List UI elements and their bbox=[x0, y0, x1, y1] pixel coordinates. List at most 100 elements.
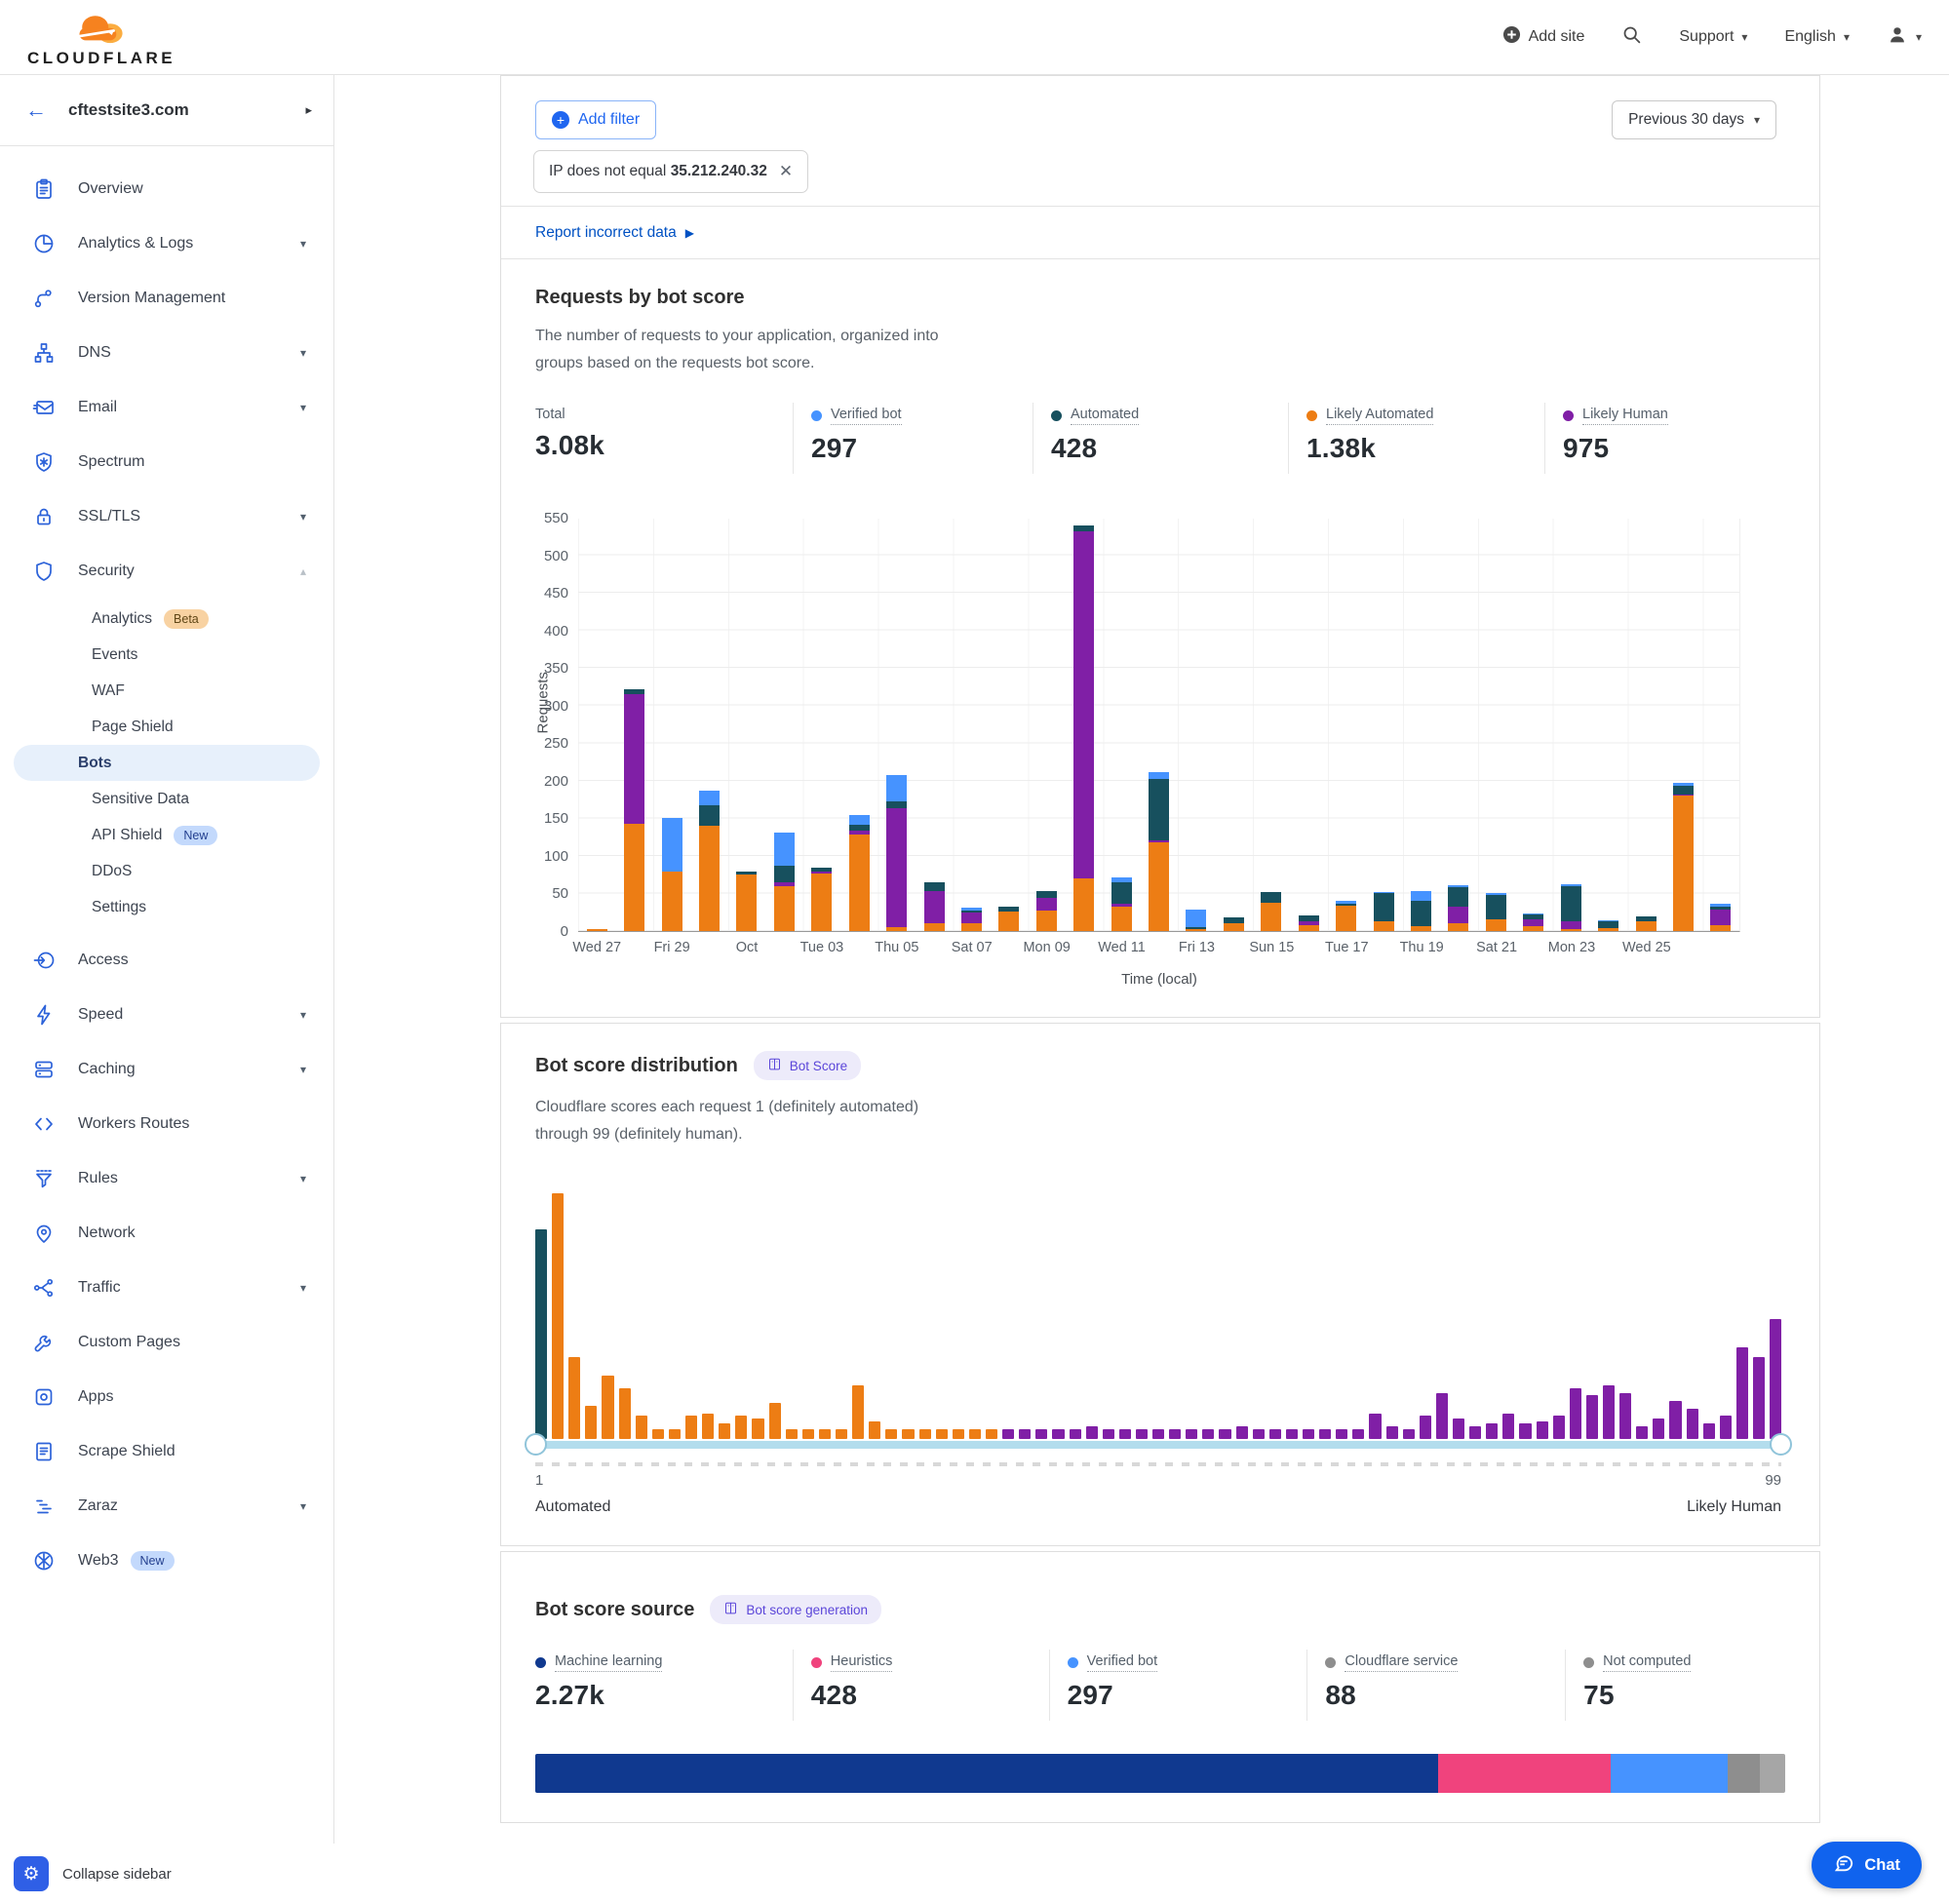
sidebar-item-version-management[interactable]: Version Management bbox=[0, 271, 333, 326]
sidebar-item-speed[interactable]: Speed▾ bbox=[0, 988, 333, 1042]
sidebar-item-caching[interactable]: Caching▾ bbox=[0, 1042, 333, 1097]
sidebar-item-security[interactable]: Security▴ bbox=[0, 544, 333, 599]
spectrum-icon bbox=[31, 449, 57, 475]
requests-bar-24 bbox=[1486, 893, 1506, 931]
sidebar-subitem-bots[interactable]: Bots bbox=[14, 745, 320, 781]
collapse-sidebar-button[interactable]: Collapse sidebar bbox=[62, 1866, 172, 1883]
search-button[interactable] bbox=[1621, 24, 1642, 50]
histogram-bar-68 bbox=[1669, 1401, 1681, 1439]
sidebar-subitem-api-shield[interactable]: API ShieldNew bbox=[14, 817, 320, 853]
slider-handle-max[interactable] bbox=[1770, 1433, 1792, 1456]
requests-bar-9 bbox=[924, 882, 945, 931]
sidebar-item-zaraz[interactable]: Zaraz▾ bbox=[0, 1479, 333, 1534]
requests-bar-4 bbox=[736, 872, 757, 931]
back-arrow-icon[interactable]: ← bbox=[25, 97, 47, 123]
bot-score-generation-doc-badge[interactable]: Bot score generation bbox=[710, 1595, 881, 1624]
sidebar-subitem-sensitive-data[interactable]: Sensitive Data bbox=[14, 781, 320, 817]
chat-button[interactable]: Chat bbox=[1812, 1842, 1922, 1888]
requests-bar-10 bbox=[961, 908, 982, 931]
x-tick-label: Fri 13 bbox=[1158, 940, 1234, 955]
chevron-right-icon[interactable]: ▸ bbox=[305, 102, 312, 118]
stat-likely-human: Likely Human975 bbox=[1544, 403, 1785, 474]
sidebar-item-overview[interactable]: Overview bbox=[0, 162, 333, 216]
sidebar-item-network[interactable]: Network bbox=[0, 1206, 333, 1261]
access-icon bbox=[31, 948, 57, 973]
histogram-bar-14 bbox=[769, 1403, 781, 1439]
filter-chip[interactable]: IP does not equal 35.212.240.32 ✕ bbox=[533, 150, 808, 193]
histogram-bar-71 bbox=[1720, 1416, 1732, 1439]
sidebar-subitem-ddos[interactable]: DDoS bbox=[14, 853, 320, 889]
sidebar-subitem-events[interactable]: Events bbox=[14, 637, 320, 673]
security-subnav: AnalyticsBetaEventsWAFPage ShieldBotsSen… bbox=[0, 599, 333, 933]
likely-human-label: Likely Human bbox=[1687, 1498, 1781, 1516]
report-incorrect-data-link[interactable]: Report incorrect data ▶ bbox=[535, 224, 694, 242]
sidebar-item-rules[interactable]: Rules▾ bbox=[0, 1151, 333, 1206]
histogram-bar-7 bbox=[652, 1429, 664, 1439]
add-filter-button[interactable]: + Add filter bbox=[535, 100, 656, 139]
sidebar-item-spectrum[interactable]: Spectrum bbox=[0, 435, 333, 489]
sidebar-item-web3[interactable]: Web3New bbox=[0, 1534, 333, 1588]
rules-icon bbox=[31, 1166, 57, 1191]
sidebar-footer: ⚙ Collapse sidebar bbox=[0, 1844, 334, 1904]
histogram-bar-26 bbox=[969, 1429, 981, 1439]
y-tick: 50 bbox=[552, 885, 568, 902]
histogram-bar-19 bbox=[852, 1385, 864, 1439]
sidebar-subitem-settings[interactable]: Settings bbox=[14, 889, 320, 925]
bot-score-doc-badge[interactable]: Bot Score bbox=[754, 1051, 861, 1080]
slider-end-labels: Automated Likely Human bbox=[535, 1498, 1781, 1516]
requests-bar-11 bbox=[998, 907, 1019, 931]
histogram-bar-32 bbox=[1070, 1429, 1081, 1439]
histogram-bar-15 bbox=[786, 1429, 798, 1439]
slider-handle-min[interactable] bbox=[525, 1433, 547, 1456]
bot-score-distribution-card: Bot score distribution Bot Score Cloudfl… bbox=[500, 1023, 1820, 1546]
sidebar-item-email[interactable]: Email▾ bbox=[0, 380, 333, 435]
x-tick-label: Thu 05 bbox=[859, 940, 935, 955]
x-tick-label: Sat 07 bbox=[934, 940, 1010, 955]
histogram-bar-6 bbox=[636, 1416, 647, 1439]
traffic-icon bbox=[31, 1275, 57, 1301]
y-tick: 250 bbox=[544, 735, 568, 752]
score-range-slider[interactable] bbox=[535, 1441, 1781, 1449]
requests-bar-5 bbox=[774, 833, 795, 931]
security-icon bbox=[31, 559, 57, 584]
sidebar-subitem-analytics[interactable]: AnalyticsBeta bbox=[14, 601, 320, 637]
chevron-down-icon: ▾ bbox=[300, 1281, 306, 1295]
support-menu[interactable]: Support ▾ bbox=[1679, 28, 1747, 46]
preferences-gear-button[interactable]: ⚙ bbox=[14, 1856, 49, 1891]
cloudflare-logo[interactable]: CLOUDFLARE bbox=[27, 9, 175, 66]
sidebar-item-ssl-tls[interactable]: SSL/TLS▾ bbox=[0, 489, 333, 544]
histogram-bar-58 bbox=[1502, 1414, 1514, 1439]
histogram-bar-66 bbox=[1636, 1426, 1648, 1439]
language-menu[interactable]: English ▾ bbox=[1784, 28, 1850, 46]
histogram-bar-62 bbox=[1570, 1388, 1581, 1439]
x-tick-label: Sun 15 bbox=[1233, 940, 1309, 955]
histogram-bar-16 bbox=[802, 1429, 814, 1439]
account-menu[interactable]: ▾ bbox=[1887, 24, 1922, 51]
source-segment-verified-bot bbox=[1611, 1754, 1729, 1793]
sidebar-item-traffic[interactable]: Traffic▾ bbox=[0, 1261, 333, 1315]
sidebar-item-apps[interactable]: Apps bbox=[0, 1370, 333, 1424]
sidebar-item-custom-pages[interactable]: Custom Pages bbox=[0, 1315, 333, 1370]
sidebar-item-workers-routes[interactable]: Workers Routes bbox=[0, 1097, 333, 1151]
requests-bar-27 bbox=[1598, 920, 1618, 931]
sidebar-item-access[interactable]: Access bbox=[0, 933, 333, 988]
sidebar-item-scrape-shield[interactable]: Scrape Shield bbox=[0, 1424, 333, 1479]
chevron-down-icon: ▾ bbox=[1916, 30, 1922, 44]
sidebar-item-analytics-logs[interactable]: Analytics & Logs▾ bbox=[0, 216, 333, 271]
sidebar-item-dns[interactable]: DNS▾ bbox=[0, 326, 333, 380]
histogram-bar-28 bbox=[1002, 1429, 1014, 1439]
sidebar-subitem-waf[interactable]: WAF bbox=[14, 673, 320, 709]
apps-icon bbox=[31, 1384, 57, 1410]
add-site-button[interactable]: Add site bbox=[1502, 25, 1585, 49]
histogram-bar-9 bbox=[685, 1416, 697, 1439]
remove-filter-icon[interactable]: ✕ bbox=[779, 162, 793, 181]
histogram-bar-5 bbox=[619, 1388, 631, 1439]
book-icon bbox=[723, 1601, 738, 1618]
date-range-select[interactable]: Previous 30 days ▾ bbox=[1612, 100, 1776, 139]
requests-chart: Requests 0501001502002503003504004505005… bbox=[578, 519, 1740, 988]
sidebar-subitem-page-shield[interactable]: Page Shield bbox=[14, 709, 320, 745]
histogram-bar-36 bbox=[1136, 1429, 1148, 1439]
histogram-bar-63 bbox=[1586, 1395, 1598, 1439]
histogram-bar-13 bbox=[752, 1418, 763, 1439]
gear-icon: ⚙ bbox=[22, 1863, 39, 1885]
